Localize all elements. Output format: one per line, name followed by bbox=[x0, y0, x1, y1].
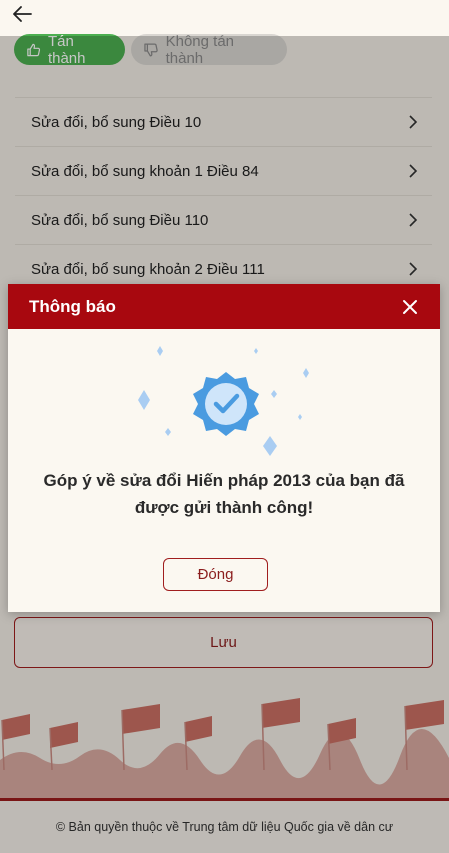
success-message: Góp ý về sửa đổi Hiến pháp 2013 của bạn … bbox=[43, 471, 405, 517]
dialog-title: Thông báo bbox=[29, 296, 116, 316]
close-button[interactable]: Đóng bbox=[163, 558, 268, 591]
arrow-left-icon bbox=[13, 6, 32, 22]
verified-badge-icon bbox=[138, 346, 309, 456]
notification-dialog: Thông báo Góp ý về sửa đổi Hiến pháp 201… bbox=[8, 284, 440, 612]
close-icon[interactable] bbox=[402, 299, 418, 315]
top-bar bbox=[0, 0, 449, 36]
back-button[interactable] bbox=[8, 2, 36, 26]
dialog-header: Thông báo bbox=[8, 284, 440, 329]
close-button-label: Đóng bbox=[197, 566, 234, 583]
